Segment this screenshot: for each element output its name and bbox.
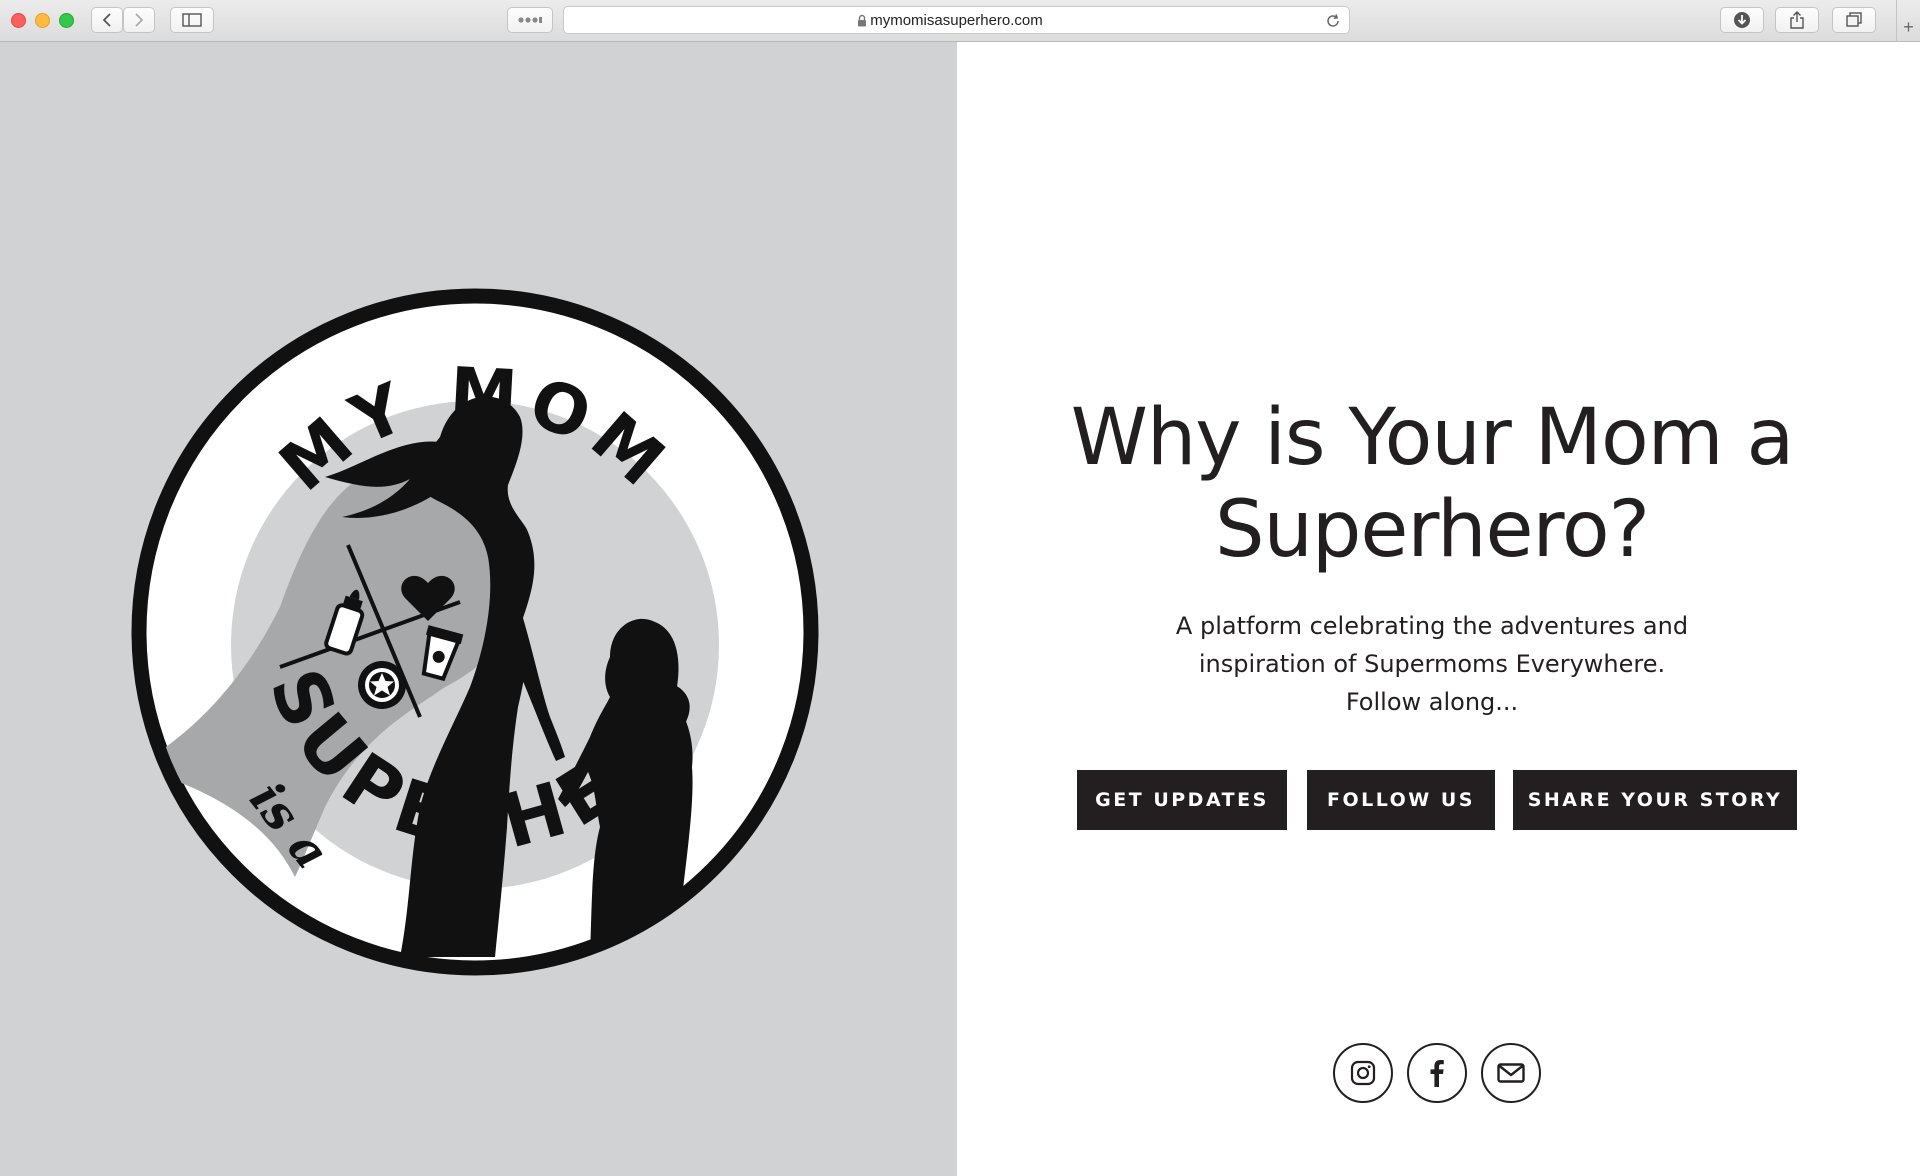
facebook-icon <box>1430 1060 1444 1087</box>
browser-toolbar: mymomisasuperhero.com + <box>0 0 1920 42</box>
tagline: A platform celebrating the adventures an… <box>957 607 1907 721</box>
close-window-button[interactable] <box>11 13 26 28</box>
page-headline: Why is Your Mom a Superhero? <box>957 392 1907 576</box>
share-button[interactable] <box>1775 7 1819 33</box>
url-text: mymomisasuperhero.com <box>870 12 1043 29</box>
headline-line-1: Why is Your Mom a <box>1070 393 1795 483</box>
instagram-icon <box>1350 1060 1376 1086</box>
reader-button[interactable] <box>507 7 553 33</box>
zoom-window-button[interactable] <box>59 13 74 28</box>
minimize-window-button[interactable] <box>35 13 50 28</box>
new-tab-button[interactable]: + <box>1896 0 1920 42</box>
follow-us-button[interactable]: FOLLOW US <box>1307 770 1495 830</box>
superhero-logo: MY MOM is a SUPERHERO <box>131 288 819 976</box>
forward-button[interactable] <box>123 7 155 33</box>
reload-icon[interactable] <box>1325 13 1341 29</box>
share-your-story-button[interactable]: SHARE YOUR STORY <box>1513 770 1797 830</box>
tab-overview-button[interactable] <box>1832 7 1876 33</box>
tagline-line-2: inspiration of Supermoms Everywhere. <box>1198 650 1666 678</box>
address-bar[interactable]: mymomisasuperhero.com <box>563 6 1350 34</box>
sidebar-icon <box>182 13 202 27</box>
email-link[interactable] <box>1481 1043 1541 1103</box>
tab-overview-icon <box>1846 12 1862 27</box>
hero-image-panel: MY MOM is a SUPERHERO <box>0 42 957 1176</box>
sidebar-button[interactable] <box>170 7 214 33</box>
downloads-button[interactable] <box>1720 7 1764 33</box>
content-panel: Why is Your Mom a Superhero? A platform … <box>957 42 1920 1176</box>
back-button[interactable] <box>91 7 123 33</box>
download-icon <box>1734 12 1750 28</box>
instagram-link[interactable] <box>1333 1043 1393 1103</box>
get-updates-button[interactable]: GET UPDATES <box>1077 770 1287 830</box>
chevron-left-icon <box>102 13 111 27</box>
tagline-line-1: A platform celebrating the adventures an… <box>1175 612 1689 640</box>
reader-icon <box>518 17 542 23</box>
email-icon <box>1497 1063 1525 1083</box>
tagline-line-3: Follow along... <box>1345 688 1519 716</box>
star-shield-icon <box>358 661 406 709</box>
facebook-link[interactable] <box>1407 1043 1467 1103</box>
chevron-right-icon <box>135 13 144 27</box>
share-icon <box>1790 11 1804 29</box>
headline-line-2: Superhero? <box>1214 485 1650 575</box>
